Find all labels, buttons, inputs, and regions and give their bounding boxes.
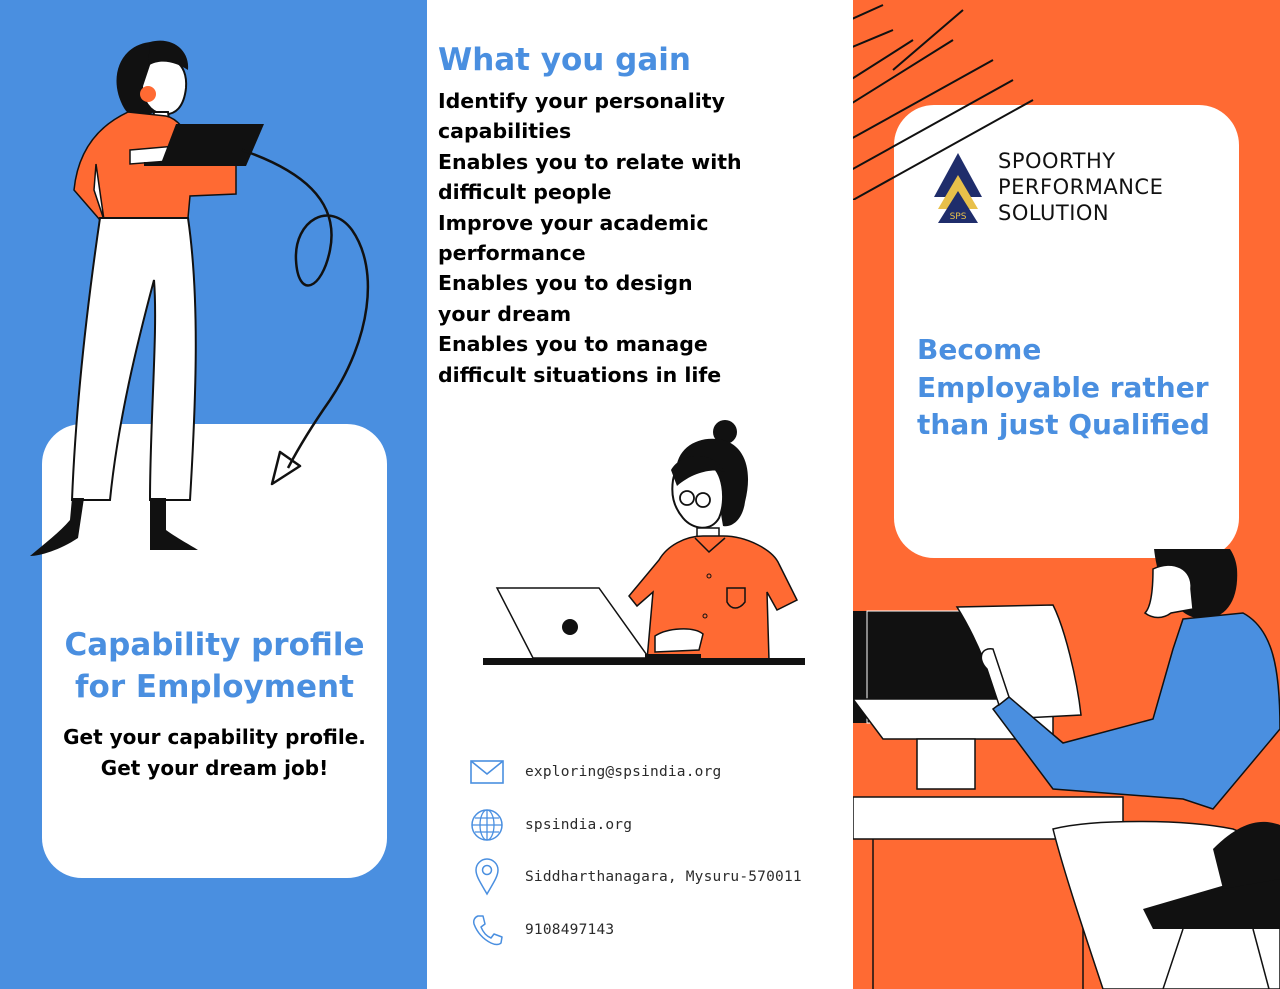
middle-panel: What you gain Identify your personality … xyxy=(427,0,853,989)
contact-email-text[interactable]: exploring@spsindia.org xyxy=(525,764,721,780)
left-panel: Capability profile for Employment Get yo… xyxy=(0,0,427,989)
benefit-item: Enables you to relate with difficult peo… xyxy=(438,149,742,205)
scribble-decoration xyxy=(853,4,1034,200)
benefit-item: Enables you to design your dream xyxy=(438,271,693,326)
capability-subtitle-line2: Get your dream job! xyxy=(100,756,329,780)
phone-icon xyxy=(467,910,507,950)
contact-phone[interactable]: 9108497143 xyxy=(467,910,827,950)
benefit-item: Improve your academic performance xyxy=(438,210,709,266)
location-pin-icon xyxy=(467,857,507,897)
contact-website[interactable]: spsindia.org xyxy=(467,805,827,845)
capability-title-line2: for Employment xyxy=(75,669,354,705)
benefit-item: Enables you to manage difficult situatio… xyxy=(438,332,722,387)
sps-logo-text: SPS xyxy=(950,212,967,222)
right-panel: SPS SPOORTHY PERFORMANCE SOLUTION Become… xyxy=(853,0,1280,989)
capability-subtitle: Get your capability profile. Get your dr… xyxy=(42,722,387,784)
contact-website-text[interactable]: spsindia.org xyxy=(525,817,632,833)
benefit-list: Identify your personality capabilities E… xyxy=(438,86,748,390)
mail-icon xyxy=(467,752,507,792)
contact-email[interactable]: exploring@spsindia.org xyxy=(467,752,827,792)
brand-name-line3: SOLUTION xyxy=(998,201,1110,225)
contact-address: Siddharthanagara, Mysuru-570011 xyxy=(467,857,827,897)
capability-title-line1: Capability profile xyxy=(64,627,365,663)
capability-title: Capability profile for Employment xyxy=(42,624,387,708)
gain-title: What you gain xyxy=(438,42,691,78)
woman-with-laptop-illustration xyxy=(30,40,370,556)
contact-phone-text[interactable]: 9108497143 xyxy=(525,922,614,938)
man-at-computer-illustration xyxy=(853,549,1280,989)
tagline: Become Employable rather than just Quali… xyxy=(917,333,1210,441)
contact-address-text: Siddharthanagara, Mysuru-570011 xyxy=(525,869,802,885)
woman-at-desk-illustration xyxy=(483,420,805,665)
benefit-item: Identify your personality capabilities xyxy=(438,89,725,144)
globe-icon xyxy=(467,805,507,845)
capability-subtitle-line1: Get your capability profile. xyxy=(63,725,366,749)
